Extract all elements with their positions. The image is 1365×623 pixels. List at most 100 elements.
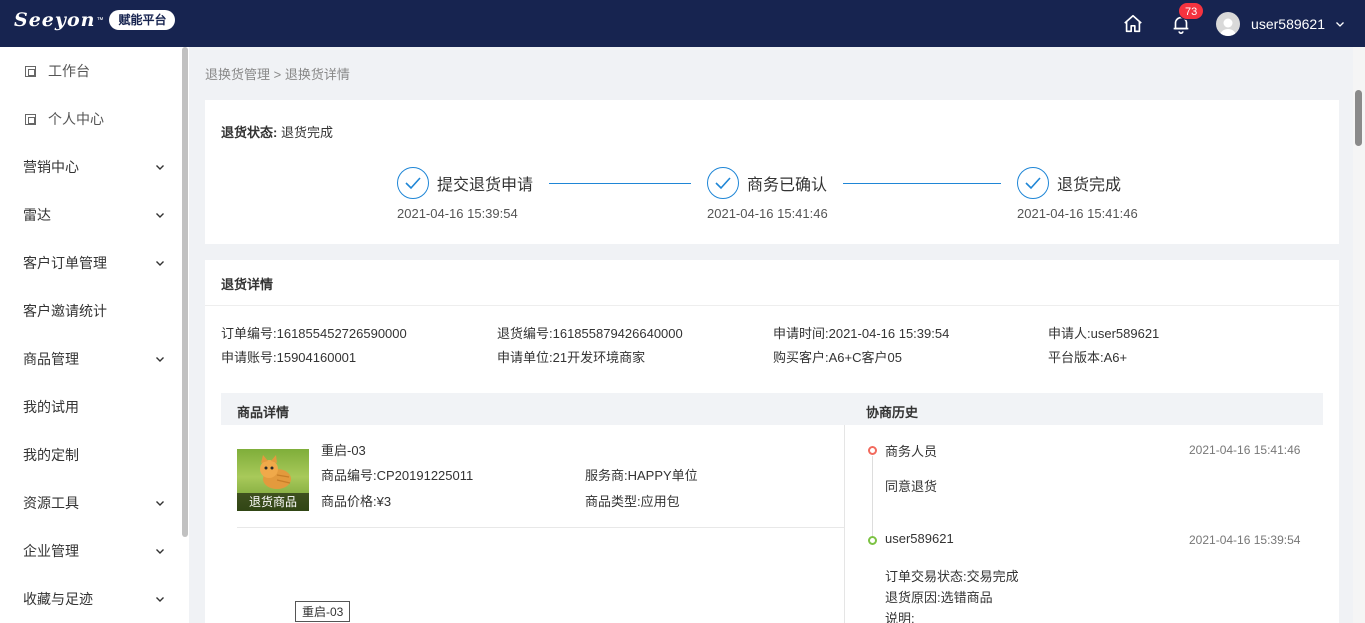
step-connector <box>843 183 1001 184</box>
sidebar-item-label: 我的试用 <box>23 399 79 415</box>
sidebar-item-label: 我的定制 <box>23 447 79 463</box>
sidebar-item-workbench[interactable]: 工作台 <box>0 47 189 95</box>
goods-table-header: 商品详情 协商历史 <box>221 393 1323 425</box>
apply-time: 申请时间:2021-04-16 15:39:54 <box>773 326 950 341</box>
step-label: 商务已确认 <box>747 177 828 194</box>
breadcrumb-current: 退换货详情 <box>284 67 350 82</box>
return-number: 退货编号:161855879426640000 <box>497 326 683 341</box>
chevron-down-icon <box>156 165 164 170</box>
applicant: 申请人:user589621 <box>1048 326 1160 341</box>
sidebar: 工作台 个人中心 营销中心 雷达 客户订单管理 客户邀请统计 商品管理 我的试用… <box>0 47 189 623</box>
return-detail-panel: 退货详情 订单编号:161855452726590000 退货编号:161855… <box>205 260 1339 623</box>
chevron-down-icon <box>156 501 164 506</box>
sidebar-item-personal-center[interactable]: 个人中心 <box>0 95 189 143</box>
timeline-dot <box>868 536 877 545</box>
breadcrumb-parent[interactable]: 退换货管理 <box>205 67 270 82</box>
sidebar-item-marketing[interactable]: 营销中心 <box>0 143 189 191</box>
notification-button[interactable]: 73 <box>1170 1 1205 35</box>
sidebar-item-label: 收藏与足迹 <box>23 591 93 607</box>
sidebar-item-resource-tools[interactable]: 资源工具 <box>0 479 189 527</box>
chevron-down-icon <box>156 357 164 362</box>
step-submit: 提交退货申请 <box>397 167 533 199</box>
user-icon <box>1220 18 1237 36</box>
chevron-down-icon <box>156 261 164 266</box>
sidebar-item-label: 商品管理 <box>23 351 79 367</box>
sidebar-item-label: 营销中心 <box>23 159 79 175</box>
step-complete: 退货完成 <box>1017 167 1121 199</box>
history-time: 2021-04-16 15:39:54 <box>1189 533 1301 547</box>
sidebar-item-enterprise[interactable]: 企业管理 <box>0 527 189 575</box>
workbench-icon <box>25 65 36 77</box>
sidebar-item-label: 企业管理 <box>23 543 79 559</box>
logo-tm: ™ <box>96 16 104 24</box>
sidebar-item-label: 工作台 <box>48 63 90 79</box>
history-section-title: 协商历史 <box>866 405 919 420</box>
sidebar-item-my-trial[interactable]: 我的试用 <box>0 383 189 431</box>
product-type: 商品类型:应用包 <box>585 494 680 509</box>
check-icon <box>1017 167 1049 199</box>
sidebar-item-radar[interactable]: 雷达 <box>0 191 189 239</box>
notification-count-badge: 73 <box>1178 1 1205 20</box>
apply-account: 申请账号:15904160001 <box>221 350 357 365</box>
divider <box>205 305 1339 306</box>
product-provider: 服务商:HAPPY单位 <box>585 468 698 483</box>
timeline-line <box>872 456 873 538</box>
history-time: 2021-04-16 15:41:46 <box>1189 443 1301 457</box>
top-right-controls: 73 user589621 <box>1122 0 1345 47</box>
sidebar-scrollbar[interactable] <box>182 47 188 537</box>
product-name[interactable]: 重启-03 <box>321 440 366 459</box>
logo-text: Seeyon <box>14 9 96 31</box>
step-time: 2021-04-16 15:41:46 <box>1017 206 1138 221</box>
history-line: 订单交易状态:交易完成 <box>885 569 1019 584</box>
detail-title: 退货详情 <box>221 277 274 292</box>
sidebar-item-favorites[interactable]: 收藏与足迹 <box>0 575 189 623</box>
step-time: 2021-04-16 15:39:54 <box>397 206 518 221</box>
product-code: 商品编号:CP20191225011 <box>321 468 474 483</box>
logo[interactable]: Seeyon ™ 赋能平台 <box>14 9 176 31</box>
top-bar: Seeyon ™ 赋能平台 73 user589621 <box>0 0 1365 47</box>
step-connector <box>549 183 691 184</box>
personal-center-icon <box>25 113 36 125</box>
history-line: 同意退货 <box>885 479 938 494</box>
step-label: 退货完成 <box>1057 177 1122 194</box>
history-actor: user589621 <box>885 531 954 546</box>
return-goods-label: 退货商品 <box>237 493 309 511</box>
return-status-value: 退货完成 <box>280 125 333 140</box>
goods-section-title: 商品详情 <box>237 405 290 420</box>
check-icon <box>707 167 739 199</box>
history-line: 说明: <box>885 611 915 623</box>
column-divider <box>844 425 845 623</box>
product-tag: 重启-03 <box>295 601 351 622</box>
purchase-customer: 购买客户:A6+C客户05 <box>773 350 902 365</box>
platform-version: 平台版本:A6+ <box>1048 350 1128 365</box>
sidebar-item-label: 个人中心 <box>48 111 104 127</box>
user-name[interactable]: user589621 <box>1251 16 1325 32</box>
history-actor: 商务人员 <box>885 444 938 459</box>
step-time: 2021-04-16 15:41:46 <box>707 206 828 221</box>
sidebar-item-label: 资源工具 <box>23 495 79 511</box>
sidebar-item-product-management[interactable]: 商品管理 <box>0 335 189 383</box>
sidebar-item-invite-stats[interactable]: 客户邀请统计 <box>0 287 189 335</box>
product-price: 商品价格:¥3 <box>321 494 392 509</box>
chevron-down-icon[interactable] <box>1335 19 1345 29</box>
chevron-down-icon <box>156 597 164 602</box>
apply-unit: 申请单位:21开发环境商家 <box>497 350 646 365</box>
return-status-panel: 退货状态: 退货完成 提交退货申请 2021-04-16 15:39:54 商务… <box>205 100 1339 244</box>
return-status-key: 退货状态: <box>221 125 278 140</box>
platform-badge: 赋能平台 <box>109 10 176 30</box>
cat-image <box>260 455 291 489</box>
page-scrollbar-thumb[interactable] <box>1355 90 1362 146</box>
check-icon <box>397 167 429 199</box>
sidebar-item-label: 雷达 <box>23 207 51 223</box>
breadcrumb: 退换货管理 > 退换货详情 <box>205 64 350 83</box>
step-label: 提交退货申请 <box>437 177 534 194</box>
sidebar-item-my-custom[interactable]: 我的定制 <box>0 431 189 479</box>
sidebar-item-label: 客户邀请统计 <box>23 303 107 319</box>
step-confirmed: 商务已确认 <box>707 167 827 199</box>
avatar[interactable] <box>1216 11 1241 36</box>
sidebar-item-customer-orders[interactable]: 客户订单管理 <box>0 239 189 287</box>
home-icon[interactable] <box>1122 13 1144 35</box>
product-thumbnail[interactable]: 退货商品 <box>237 449 309 511</box>
chevron-down-icon <box>156 213 164 218</box>
sidebar-item-label: 客户订单管理 <box>23 255 107 271</box>
